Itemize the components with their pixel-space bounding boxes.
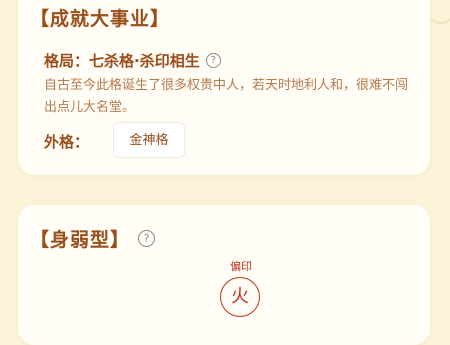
outer-pattern-label: 外格： [44, 133, 90, 151]
question-circle-icon[interactable]: ? [205, 53, 221, 68]
result-card-career: 【成就大事业】 格局： 七杀格·杀印相生 ? 自古至今此格诞生了很多权贵中人，若… [18, 0, 430, 175]
question-circle-icon[interactable]: ? [138, 230, 156, 247]
outer-pattern-chip[interactable]: 金神格 [113, 122, 185, 158]
body-type-header: 【身弱型】 ? [30, 225, 156, 252]
pattern-value: 七杀格·杀印相生 [89, 52, 200, 70]
pattern-label: 格局： [44, 52, 90, 70]
section-title: 【成就大事业】 [30, 8, 171, 30]
pattern-description: 自古至今此格诞生了很多权贵中人，若天时地利人和，很难不闯出点儿大名堂。 [44, 78, 409, 115]
result-card-body-type: 【身弱型】 ? 偏印 火 [18, 205, 430, 345]
ten-god-label: 偏印 [230, 260, 252, 273]
body-type-title: 【身弱型】 [30, 229, 131, 251]
element-fire-node[interactable]: 火 [220, 277, 260, 317]
pattern-row: 格局： 七杀格·杀印相生 ? [44, 50, 221, 71]
